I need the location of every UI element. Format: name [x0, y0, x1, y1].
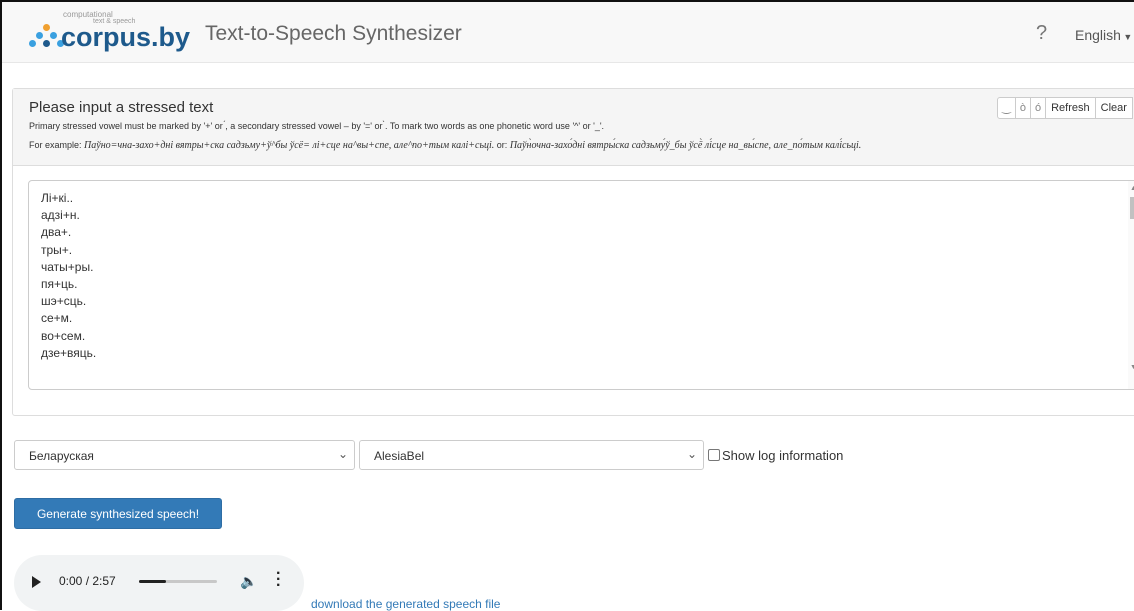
text-line: адзі+н. — [41, 208, 80, 223]
editor-toolbar: ‿ ò ó Refresh Clear — [997, 97, 1133, 119]
text-line: пя+ць. — [41, 277, 78, 292]
panel-heading: Please input a stressed text Primary str… — [13, 89, 1134, 166]
navbar: computational text & speech corpus.by Te… — [2, 2, 1134, 63]
text-line: шэ+сць. — [41, 294, 87, 309]
show-log-checkbox[interactable] — [708, 449, 720, 461]
example-text-2: Паўн̀очна-захо́дні вятры́ска садзьму́ў_б… — [509, 140, 862, 151]
chevron-down-icon: ⌄ — [686, 447, 697, 461]
text-lines: Лі+кі.. адзі+н. два+. тры+. чаты+ры. пя+… — [41, 190, 96, 362]
language-label: English — [1075, 27, 1121, 43]
seek-bar-fill — [139, 580, 167, 583]
caret-down-icon: ▼ — [1120, 32, 1133, 42]
window-border-left — [0, 0, 2, 610]
text-input-area[interactable]: Лі+кі.. адзі+н. два+. тры+. чаты+ры. пя+… — [28, 180, 1134, 390]
logo-brand: corpus.by — [61, 22, 191, 52]
seek-bar[interactable] — [139, 580, 217, 583]
text-line: се+м. — [41, 311, 73, 326]
language-select[interactable]: Беларуская ⌄ — [14, 440, 355, 470]
voice-select[interactable]: AlesiaBel ⌄ — [359, 440, 704, 470]
text-line: чаты+ры. — [41, 259, 94, 274]
text-line: два+. — [41, 225, 72, 240]
link-words-button[interactable]: ‿ — [997, 97, 1016, 119]
text-line: дзе+вяць. — [41, 345, 97, 360]
scrollbar-thumb[interactable] — [1130, 197, 1134, 219]
example-hint: For example: Паўно=чна-захо+дні вятры+ск… — [29, 140, 861, 151]
logo[interactable]: computational text & speech corpus.by — [29, 10, 199, 60]
secondary-stress-button[interactable]: ò — [1014, 97, 1031, 119]
example-prefix: For example: — [29, 140, 82, 150]
generate-button[interactable]: Generate synthesized speech! — [14, 498, 222, 529]
more-options-icon[interactable]: · · · — [276, 566, 281, 594]
app-title: Text-to-Speech Synthesizer — [205, 22, 462, 45]
show-log-label[interactable]: Show log information — [722, 448, 843, 463]
input-panel: Please input a stressed text Primary str… — [12, 88, 1134, 416]
panel-title: Please input a stressed text — [29, 99, 214, 116]
stress-hint: Primary stressed vowel must be marked by… — [29, 121, 605, 131]
refresh-button[interactable]: Refresh — [1045, 97, 1096, 119]
logo-dots-icon — [29, 24, 65, 50]
clear-button[interactable]: Clear — [1094, 97, 1133, 119]
logo-domain: .by — [151, 22, 191, 52]
language-select-value: Беларуская — [29, 449, 94, 463]
text-line: тры+. — [41, 242, 73, 257]
chevron-down-icon: ⌄ — [337, 447, 348, 461]
download-link[interactable]: download the generated speech file — [311, 597, 500, 611]
primary-stress-button[interactable]: ó — [1029, 97, 1047, 119]
scroll-down-icon[interactable]: ▼ — [1130, 364, 1134, 371]
playback-time: 0:00 / 2:57 — [59, 574, 116, 588]
text-line: Лі+кі.. — [41, 191, 74, 205]
example-or: or: — [496, 140, 508, 150]
text-line: во+сем. — [41, 328, 86, 343]
voice-select-value: AlesiaBel — [374, 449, 425, 463]
example-text-1: Паўно=чна-захо+дні вятры+ска садзьму+ў^б… — [84, 140, 495, 151]
textarea-scrollbar[interactable]: ▲ ▼ — [1128, 181, 1134, 389]
scroll-up-icon[interactable]: ▲ — [1130, 185, 1134, 192]
volume-icon[interactable]: 🔈 — [240, 573, 257, 590]
play-icon[interactable] — [32, 576, 41, 588]
help-icon[interactable]: ? — [1036, 22, 1047, 45]
language-dropdown[interactable]: English ▼ — [1075, 27, 1132, 43]
audio-player: 0:00 / 2:57 🔈 · · · — [14, 555, 304, 611]
